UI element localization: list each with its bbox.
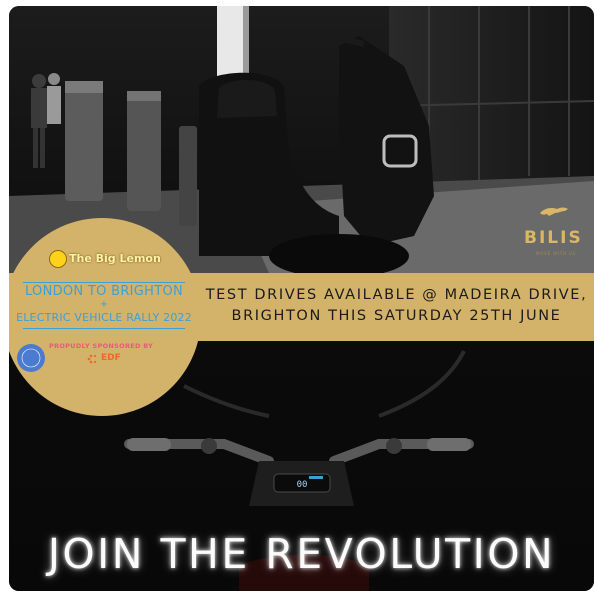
sponsor-name: EDF	[101, 353, 121, 363]
date-badge-icon	[17, 344, 45, 372]
plus-sign: +	[99, 299, 109, 310]
brand-name: BILIS	[524, 228, 583, 248]
lemon-bus-icon	[49, 250, 67, 268]
edf-spark-icon	[87, 354, 97, 364]
band-line-2: BRIGHTON THIS SATURDAY 25TH JUNE	[231, 308, 562, 324]
route-rule-top	[23, 282, 185, 283]
brand-tagline: MOVE WITH US	[536, 251, 576, 256]
leaping-cat-icon	[540, 207, 568, 216]
rally-text: ELECTRIC VEHICLE RALLY 2022	[16, 311, 192, 324]
svg-text:00: 00	[297, 480, 308, 490]
organizer-name: The Big Lemon	[69, 252, 161, 265]
sponsor-label: PROPUDLY SPONSORED BY	[49, 342, 154, 350]
headline: JOIN THE REVOLUTION	[47, 530, 556, 578]
route-text: LONDON TO BRIGHTON	[24, 284, 184, 299]
band-line-1: TEST DRIVES AVAILABLE @ MADEIRA DRIVE,	[205, 287, 588, 303]
promo-image: 00 TEST DRIVES AVAILABLE @ MADEIRA DRIVE…	[9, 6, 594, 591]
route-rule-bottom	[23, 328, 185, 329]
test-drive-text: TEST DRIVES AVAILABLE @ MADEIRA DRIVE, B…	[199, 285, 594, 327]
